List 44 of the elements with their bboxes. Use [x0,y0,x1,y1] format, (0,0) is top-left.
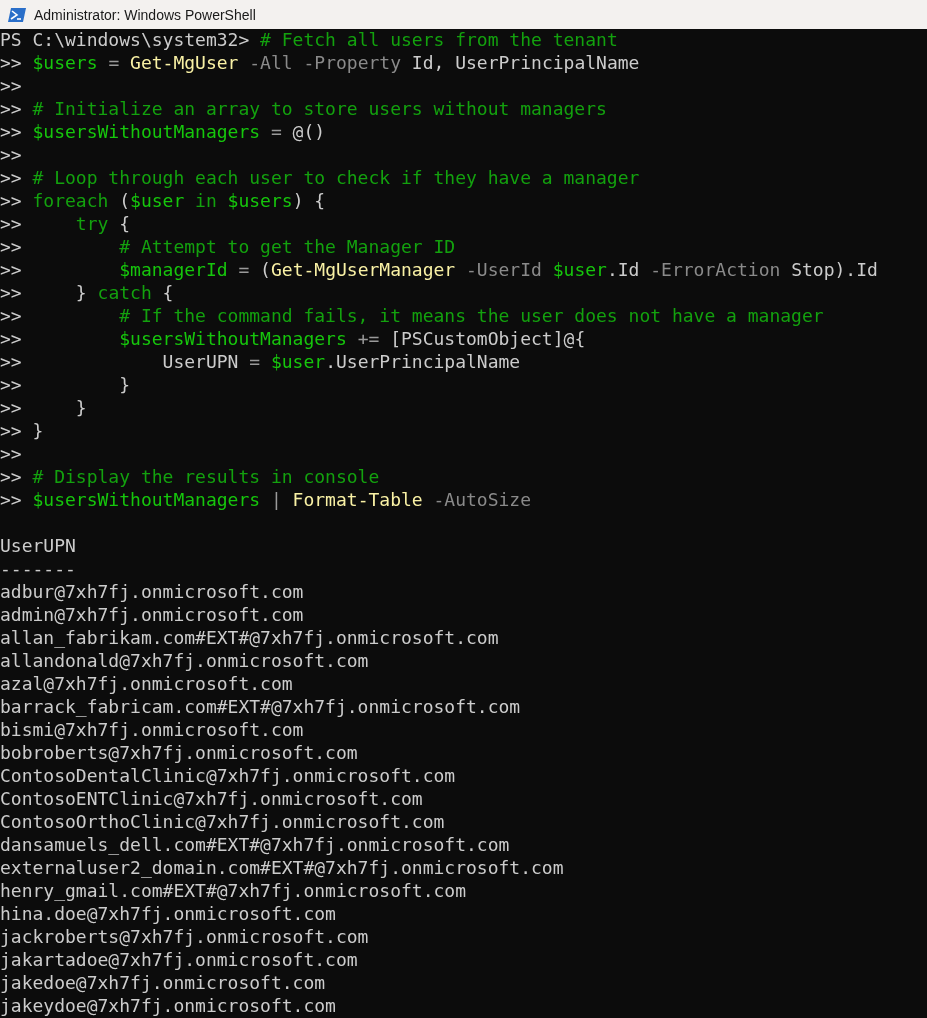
console-line: >> $usersWithoutManagers += [PSCustomObject]@{ [0,328,586,351]
console-line: >> $usersWithoutManagers = @() [0,121,326,144]
console-line: >> [0,144,22,167]
console-line: hina.doe@7xh7fj.onmicrosoft.com [0,903,336,926]
console-line: ContosoOrthoClinic@7xh7fj.onmicrosoft.com [0,811,445,834]
console-line: barrack_fabricam.com#EXT#@7xh7fj.onmicrosoft.com [0,696,521,719]
console-line: allandonald@7xh7fj.onmicrosoft.com [0,650,369,673]
console-line: >> # Attempt to get the Manager ID [0,236,456,259]
console-line: >> $usersWithoutManagers | Format-Table -AutoSize [0,489,532,512]
console-line: jakeydoe@7xh7fj.onmicrosoft.com [0,995,336,1018]
console-line: adbur@7xh7fj.onmicrosoft.com [0,581,304,604]
console-line: bismi@7xh7fj.onmicrosoft.com [0,719,304,742]
console-line: >> # Display the results in console [0,466,380,489]
console-line: admin@7xh7fj.onmicrosoft.com [0,604,304,627]
console-line: >> # Loop through each user to check if they have a manager [0,167,640,190]
console-line: >> # If the command fails, it means the user does not have a manager [0,305,824,328]
console-line: >> foreach ($user in $users) { [0,190,326,213]
console-line: >> } [0,420,44,443]
console-line: >> $managerId = (Get-MgUserManager -UserId $user.Id -ErrorAction Stop).Id [0,259,878,282]
console-line: >> $users = Get-MgUser -All -Property Id, UserPrincipalName [0,52,640,75]
console-line: ContosoENTClinic@7xh7fj.onmicrosoft.com [0,788,423,811]
console-line: >> } [0,397,87,420]
console-line: externaluser2_domain.com#EXT#@7xh7fj.onmicrosoft.com [0,857,564,880]
console-line: ContosoDentalClinic@7xh7fj.onmicrosoft.com [0,765,456,788]
console-line: >> UserUPN = $user.UserPrincipalName [0,351,521,374]
console-line: azal@7xh7fj.onmicrosoft.com [0,673,293,696]
console-line: bobroberts@7xh7fj.onmicrosoft.com [0,742,358,765]
console-line: UserUPN [0,535,76,558]
console-line: jakedoe@7xh7fj.onmicrosoft.com [0,972,326,995]
console-line: ------- [0,558,76,581]
console-line: >> try { [0,213,131,236]
powershell-icon [8,6,26,23]
console-line: allan_fabrikam.com#EXT#@7xh7fj.onmicrosoft.com [0,627,499,650]
console-line: PS C:\windows\system32> # Fetch all users from the tenant [0,29,618,52]
console-line: >> } catch { [0,282,174,305]
console-line: jakartadoe@7xh7fj.onmicrosoft.com [0,949,358,972]
console-line: >> # Initialize an array to store users without managers [0,98,607,121]
console-line: jackroberts@7xh7fj.onmicrosoft.com [0,926,369,949]
window-title: Administrator: Windows PowerShell [34,6,256,23]
console-line: dansamuels_dell.com#EXT#@7xh7fj.onmicrosoft.com [0,834,510,857]
console-line: henry_gmail.com#EXT#@7xh7fj.onmicrosoft.com [0,880,466,903]
console-line: >> [0,75,22,98]
console-line: >> } [0,374,131,397]
console-line: >> [0,443,22,466]
